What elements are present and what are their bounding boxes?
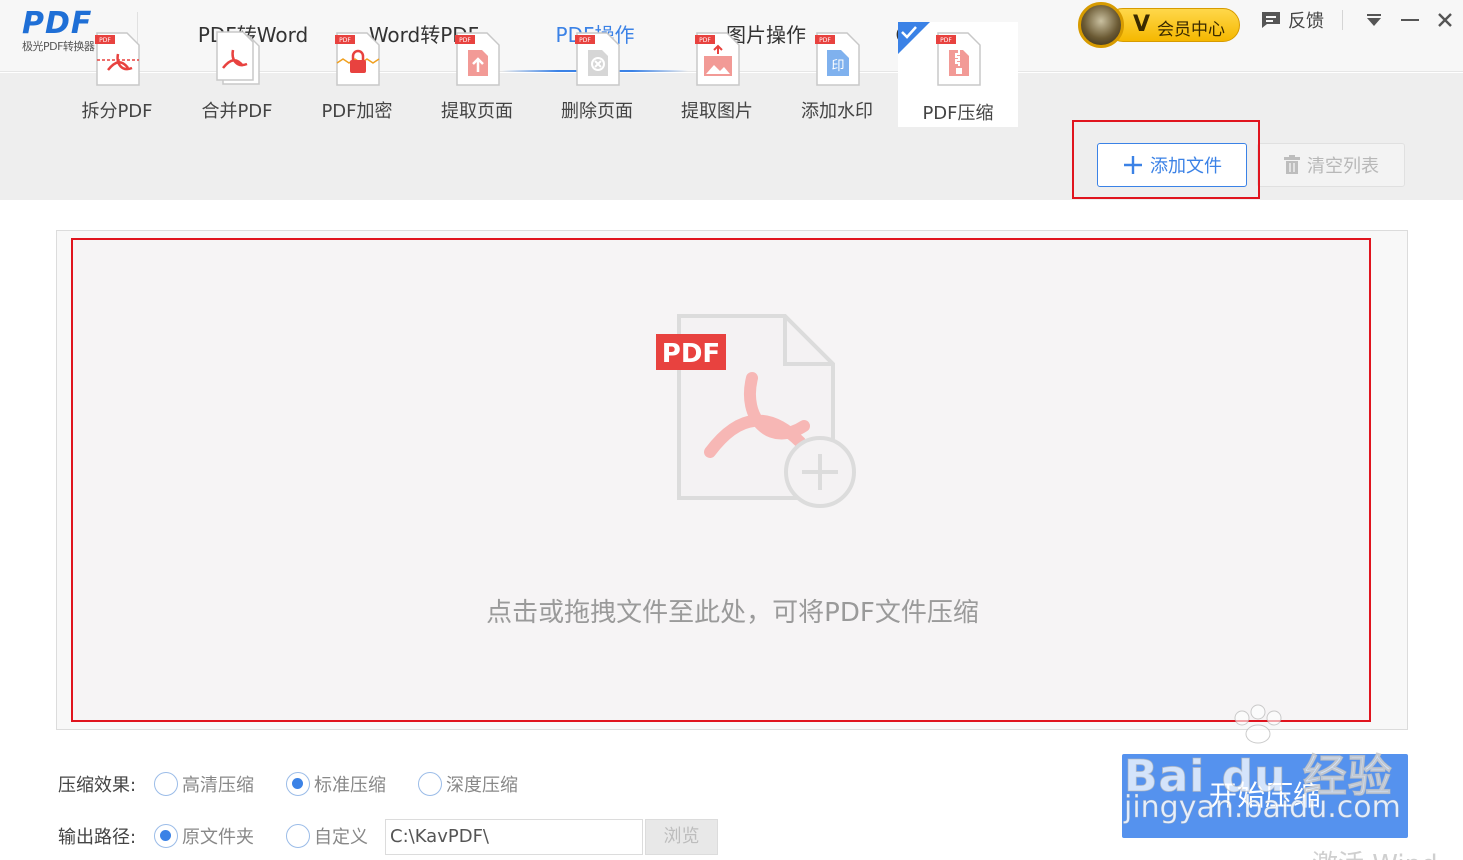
tool-merge-pdf[interactable]: 合并PDF	[177, 20, 297, 127]
radio-dot	[418, 772, 442, 796]
output-path-input[interactable]: C:\KavPDF\	[385, 819, 643, 855]
radio-original-folder[interactable]: 原文件夹	[154, 823, 254, 849]
radio-hd-compress[interactable]: 高清压缩	[154, 771, 254, 797]
browse-button[interactable]: 浏览	[645, 819, 718, 855]
start-compress-button[interactable]: 开始压缩	[1122, 754, 1408, 838]
icon-badge-text: PDF	[339, 37, 351, 44]
close-button[interactable]	[1433, 8, 1457, 32]
radio-custom-folder[interactable]: 自定义	[286, 823, 368, 849]
tool-split-pdf[interactable]: PDF 拆分PDF	[57, 20, 177, 127]
tool-label: 提取图片	[681, 101, 753, 122]
encrypt-pdf-icon: PDF	[335, 32, 380, 86]
tool-add-watermark[interactable]: PDF 印 添加水印	[777, 20, 897, 127]
avatar	[1078, 2, 1124, 48]
tool-label: 提取页面	[441, 101, 513, 122]
radio-dot	[286, 772, 310, 796]
radio-dot	[154, 824, 178, 848]
tool-label: PDF加密	[321, 101, 393, 122]
radio-dot	[286, 824, 310, 848]
compress-options-row: 压缩效果: 高清压缩 标准压缩 深度压缩	[58, 769, 550, 799]
extract-page-icon: PDF	[455, 32, 500, 86]
add-watermark-icon: PDF 印	[815, 32, 860, 86]
tool-label: 删除页面	[561, 101, 633, 122]
icon-badge-text: PDF	[819, 37, 831, 44]
tool-label: 拆分PDF	[81, 101, 153, 122]
radio-label: 高清压缩	[182, 775, 254, 796]
tool-label: PDF压缩	[922, 103, 994, 124]
radio-label: 标准压缩	[314, 775, 386, 796]
icon-badge-text: PDF	[579, 37, 591, 44]
feedback-label: 反馈	[1288, 11, 1324, 32]
add-file-label: 添加文件	[1150, 156, 1222, 177]
dropzone-badge: PDF	[662, 339, 720, 369]
trash-icon	[1284, 155, 1300, 174]
feedback-icon	[1262, 12, 1280, 28]
clear-list-button[interactable]: 清空列表	[1257, 143, 1405, 187]
tool-extract-image[interactable]: PDF 提取图片	[657, 20, 777, 127]
vip-center-button[interactable]: V 会员中心	[1078, 2, 1242, 48]
feedback-button[interactable]: 反馈	[1260, 8, 1324, 32]
split-pdf-icon: PDF	[95, 32, 140, 86]
pdf-add-file-icon: PDF	[656, 314, 856, 508]
icon-badge-text: PDF	[940, 37, 952, 44]
tool-compress-pdf[interactable]: PDF PDF压缩	[898, 22, 1018, 127]
radio-standard-compress[interactable]: 标准压缩	[286, 771, 386, 797]
icon-badge-text: PDF	[99, 37, 111, 44]
activate-windows-text: 激活 Wind	[1312, 844, 1438, 860]
window-controls-divider	[1342, 10, 1343, 30]
minimize-icon	[1401, 19, 1419, 21]
minimize-button[interactable]	[1398, 8, 1422, 32]
vip-pill: V 会员中心	[1106, 8, 1240, 42]
vip-label: 会员中心	[1157, 20, 1225, 40]
compress-label: 压缩效果:	[58, 775, 137, 796]
extract-image-icon: PDF	[695, 32, 740, 86]
tool-label: 合并PDF	[201, 101, 273, 122]
clear-list-label: 清空列表	[1307, 156, 1379, 177]
radio-dot	[154, 772, 178, 796]
icon-badge-text: PDF	[459, 37, 471, 44]
watermark-glyph: 印	[831, 59, 844, 74]
add-file-button[interactable]: 添加文件	[1097, 143, 1247, 187]
drop-hint-text: 点击或拖拽文件至此处，可将PDF文件压缩	[486, 598, 979, 628]
dropdown-menu-button[interactable]	[1362, 8, 1386, 32]
tool-extract-page[interactable]: PDF 提取页面	[417, 20, 537, 127]
output-options-row: 输出路径: 原文件夹 自定义	[58, 821, 400, 851]
radio-deep-compress[interactable]: 深度压缩	[418, 771, 518, 797]
tool-label: 添加水印	[801, 101, 873, 122]
tool-encrypt-pdf[interactable]: PDF PDF加密	[297, 20, 417, 127]
tool-delete-page[interactable]: PDF 删除页面	[537, 20, 657, 127]
checkmark-icon	[901, 26, 917, 39]
radio-label: 原文件夹	[182, 827, 254, 848]
vip-badge: V	[1133, 12, 1151, 37]
radio-label: 自定义	[314, 827, 368, 848]
compress-pdf-icon: PDF	[936, 32, 981, 86]
merge-pdf-icon	[216, 31, 260, 85]
plus-icon	[1124, 156, 1142, 174]
app-window: PDF 极光PDF转换器 PDF转Word Word转PDF PDF操作 图片操…	[0, 0, 1463, 860]
delete-page-icon: PDF	[575, 32, 620, 86]
chevron-down-icon	[1367, 14, 1381, 26]
selected-check-badge	[898, 22, 930, 54]
icon-badge-text: PDF	[699, 37, 711, 44]
radio-label: 深度压缩	[446, 775, 518, 796]
close-icon	[1438, 13, 1452, 27]
output-label: 输出路径:	[58, 827, 137, 848]
